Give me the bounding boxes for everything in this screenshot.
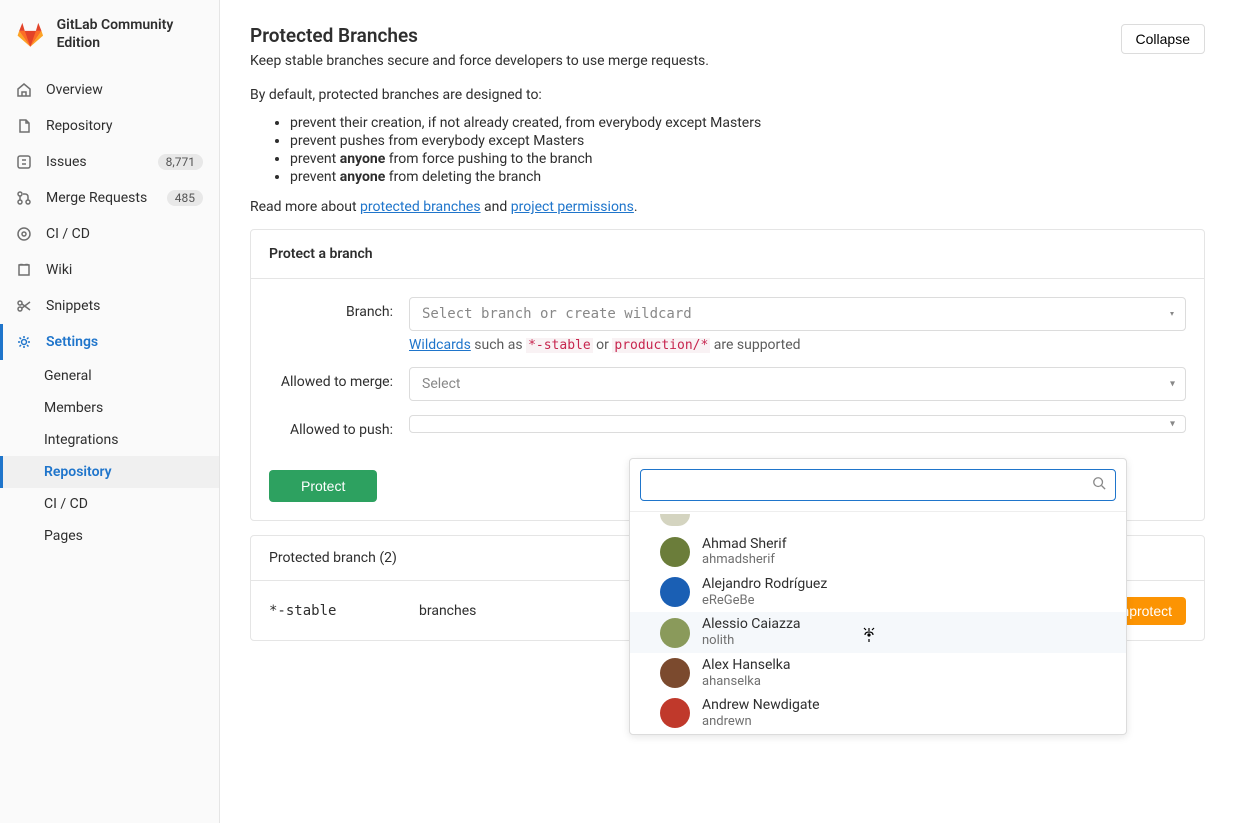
description: By default, protected branches are desig… (250, 87, 1205, 103)
user-username: ahmadsherif (702, 552, 787, 568)
nav-label: Wiki (46, 262, 72, 278)
user-username: nolith (702, 633, 801, 649)
subnav-integrations[interactable]: Integrations (0, 424, 219, 456)
allowed-push-select[interactable]: ▾ (409, 415, 1186, 433)
bullet-item: prevent anyone from deleting the branch (290, 169, 1205, 185)
main-content: Protected Branches Keep stable branches … (220, 0, 1235, 823)
nav-label: CI / CD (46, 226, 90, 242)
user-username: ahanselka (702, 674, 790, 690)
collapse-button[interactable]: Collapse (1121, 24, 1205, 54)
page-title: Protected Branches (250, 24, 709, 47)
nav-issues[interactable]: Issues 8,771 (0, 144, 219, 180)
read-more: Read more about protected branches and p… (250, 199, 1205, 215)
subnav-cicd[interactable]: CI / CD (0, 488, 219, 520)
wildcard-help: Wildcards such as *-stable or production… (409, 337, 1186, 353)
avatar (660, 698, 690, 728)
nav-snippets[interactable]: Snippets (0, 288, 219, 324)
gitlab-logo (16, 18, 45, 50)
dropdown-user-item[interactable]: Andrew Newdigateandrewn (630, 693, 1126, 733)
protected-branches-link[interactable]: protected branches (360, 199, 481, 215)
gear-icon (16, 334, 32, 350)
branch-label: Branch: (269, 297, 409, 320)
sidebar-title: GitLab Community Edition (57, 16, 203, 52)
protect-button[interactable]: Protect (269, 470, 377, 502)
nav-wiki[interactable]: Wiki (0, 252, 219, 288)
nav-merge-requests[interactable]: Merge Requests 485 (0, 180, 219, 216)
nav-label: Settings (46, 334, 98, 350)
bullet-item: prevent pushes from everybody except Mas… (290, 133, 1205, 149)
dropdown-search-input[interactable] (640, 469, 1116, 501)
nav-label: Repository (46, 118, 112, 134)
mr-badge: 485 (167, 190, 203, 206)
dropdown-user-item-partial[interactable]: amarvany (630, 512, 1126, 532)
nav-label: Snippets (46, 298, 100, 314)
search-icon (1092, 476, 1106, 490)
nav-label: Merge Requests (46, 190, 147, 206)
page-subtitle: Keep stable branches secure and force de… (250, 53, 709, 69)
dropdown-user-item[interactable]: Alejandro RodríguezeReGeBe (630, 572, 1126, 612)
user-name: Andrew Newdigate (702, 697, 820, 714)
project-permissions-link[interactable]: project permissions (511, 199, 634, 215)
subnav-repository[interactable]: Repository (0, 456, 219, 488)
file-icon (16, 118, 32, 134)
nav-ci-cd[interactable]: CI / CD (0, 216, 219, 252)
user-name: Alessio Caiazza (702, 616, 801, 633)
user-name: Alejandro Rodríguez (702, 576, 827, 593)
sidebar: GitLab Community Edition Overview Reposi… (0, 0, 220, 823)
dropdown-list: amarvany Ahmad SherifahmadsherifAlejandr… (630, 512, 1126, 734)
merge-label: Allowed to merge: (269, 367, 409, 390)
merge-icon (16, 190, 32, 206)
user-username: eReGeBe (702, 593, 827, 609)
chevron-down-icon: ▾ (1170, 379, 1175, 390)
chevron-down-icon: ▾ (1169, 309, 1175, 320)
avatar (660, 618, 690, 648)
sidebar-header: GitLab Community Edition (0, 0, 219, 72)
issues-icon (16, 154, 32, 170)
settings-subnav: General Members Integrations Repository … (0, 360, 219, 552)
nav-settings[interactable]: Settings (0, 324, 219, 360)
home-icon (16, 82, 32, 98)
push-label: Allowed to push: (269, 415, 409, 438)
branch-select[interactable]: Select branch or create wildcard ▾ (409, 297, 1186, 331)
cursor-icon (860, 626, 878, 644)
avatar (660, 537, 690, 567)
issues-badge: 8,771 (158, 154, 203, 170)
branch-pattern: *-stable (269, 603, 419, 619)
chevron-down-icon: ▾ (1170, 419, 1175, 430)
nav-label: Overview (46, 82, 103, 98)
bullet-item: prevent their creation, if not already c… (290, 115, 1205, 131)
wildcards-link[interactable]: Wildcards (409, 337, 471, 353)
scissors-icon (16, 298, 32, 314)
book-icon (16, 262, 32, 278)
nav-label: Issues (46, 154, 87, 170)
dropdown-user-item[interactable]: Alex Hanselkaahanselka (630, 653, 1126, 693)
subnav-members[interactable]: Members (0, 392, 219, 424)
avatar (660, 577, 690, 607)
subnav-general[interactable]: General (0, 360, 219, 392)
user-name: Ahmad Sherif (702, 536, 787, 553)
user-username: andrewn (702, 714, 820, 730)
allowed-merge-select[interactable]: Select ▾ (409, 367, 1186, 401)
nav-overview[interactable]: Overview (0, 72, 219, 108)
matching-branches: branches (419, 603, 609, 619)
bullet-list: prevent their creation, if not already c… (290, 115, 1205, 185)
user-dropdown: amarvany Ahmad SherifahmadsherifAlejandr… (629, 458, 1127, 735)
panel-header: Protect a branch (251, 230, 1204, 279)
dropdown-user-item[interactable]: Ahmad Sherifahmadsherif (630, 532, 1126, 572)
nav-repository[interactable]: Repository (0, 108, 219, 144)
avatar (660, 514, 690, 526)
avatar (660, 658, 690, 688)
rocket-icon (16, 226, 32, 242)
subnav-pages[interactable]: Pages (0, 520, 219, 552)
bullet-item: prevent anyone from force pushing to the… (290, 151, 1205, 167)
dropdown-user-item[interactable]: Alessio Caiazzanolith (630, 612, 1126, 652)
protected-count-header: Protected branch (2) (269, 550, 419, 566)
user-name: Alex Hanselka (702, 657, 790, 674)
